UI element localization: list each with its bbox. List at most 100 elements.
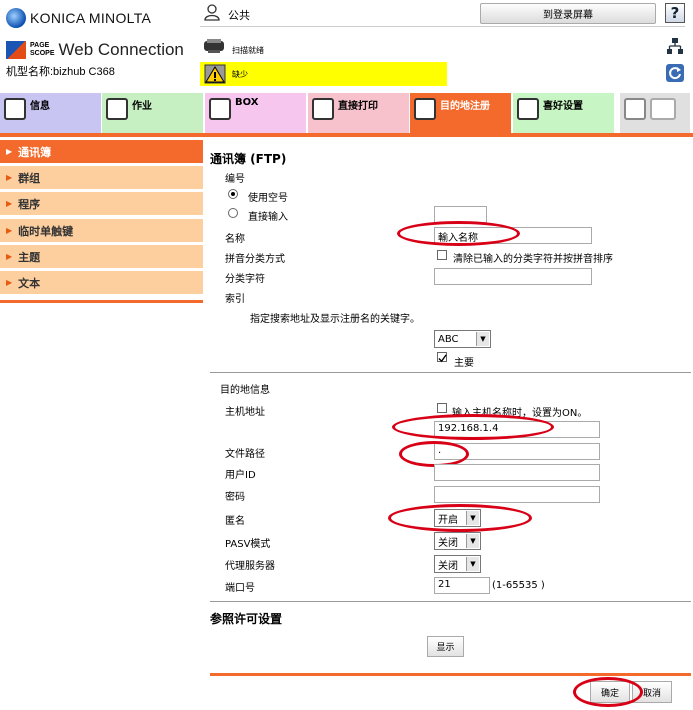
host-label: 主机地址 <box>225 407 265 418</box>
tab-underline <box>0 133 693 137</box>
userid-input[interactable] <box>434 464 600 481</box>
port-range: (1-65535 ) <box>492 580 545 591</box>
sidebar-item-label: 通讯簿 <box>18 145 52 159</box>
port-input[interactable]: 21 <box>434 577 490 594</box>
path-label: 文件路径 <box>225 449 265 460</box>
show-button[interactable]: 显示 <box>427 636 464 657</box>
sidebar-item-label: 文本 <box>18 276 41 290</box>
sidebar-item-text[interactable]: ▶ 文本 <box>0 271 203 296</box>
product-title: Web Connection <box>58 40 184 59</box>
tab-box-label: BOX <box>235 97 259 108</box>
tab-jobs-label: 作业 <box>132 101 152 112</box>
destination-icon <box>414 98 436 120</box>
section-divider <box>210 372 691 373</box>
bottom-orange-line <box>210 673 691 676</box>
dest-section-title: 目的地信息 <box>220 385 270 396</box>
proxy-select-value: 关闭 <box>438 560 458 572</box>
index-label: 索引 <box>225 294 245 305</box>
main-checkbox[interactable] <box>437 352 447 363</box>
index-hint: 指定搜索地址及显示注册名的关键字。 <box>250 314 420 325</box>
pinyin-checkbox[interactable] <box>437 250 447 260</box>
box-icon <box>209 98 231 120</box>
sidebar-item-label: 群组 <box>18 171 41 185</box>
chevron-down-icon: ▼ <box>476 332 489 346</box>
tab-jobs[interactable]: 作业 <box>102 93 203 133</box>
tab-destination-label: 目的地注册 <box>440 101 490 112</box>
chevron-down-icon: ▼ <box>466 557 479 571</box>
warning-text: 缺少 <box>232 70 248 79</box>
sidebar-item-label: 程序 <box>18 197 41 211</box>
pagescope-logo: PAGE SCOPE Web Connection <box>6 40 184 60</box>
password-input[interactable] <box>434 486 600 503</box>
highlight-circle-anonymous <box>388 504 532 532</box>
direct-input-radio[interactable] <box>228 208 238 218</box>
help-icon[interactable]: ? <box>665 3 685 23</box>
userid-label: 用户ID <box>225 470 256 481</box>
globe-icon <box>6 8 26 28</box>
pinyin-check-label: 清除已输入的分类字符并按拼音排序 <box>453 254 613 265</box>
number-label: 编号 <box>225 174 245 185</box>
proxy-select[interactable]: 关闭 ▼ <box>434 555 481 573</box>
printer-icon <box>204 39 224 53</box>
pagescope-line1: PAGE <box>30 42 50 49</box>
user-icon <box>204 4 220 21</box>
tab-box[interactable]: BOX <box>205 93 306 133</box>
direct-print-icon <box>312 98 334 120</box>
job-icon <box>106 98 128 120</box>
tab-info-label: 信息 <box>30 101 50 112</box>
permission-title: 参照许可设置 <box>210 612 283 626</box>
arrow-right-icon: ▶ <box>6 173 13 182</box>
arrow-right-icon: ▶ <box>6 226 13 235</box>
sidebar-item-program[interactable]: ▶ 程序 <box>0 192 203 217</box>
tab-favorites[interactable]: 喜好设置 <box>513 93 614 133</box>
pasv-select[interactable]: 关闭 ▼ <box>434 532 481 550</box>
sortchar-input[interactable] <box>434 268 592 285</box>
login-screen-button[interactable]: 到登录屏幕 <box>480 3 656 24</box>
refresh-icon[interactable] <box>666 64 684 82</box>
tab-direct-print[interactable]: 直接打印 <box>308 93 409 133</box>
use-free-number-label: 使用空号 <box>248 193 288 204</box>
network-icon[interactable] <box>667 38 683 54</box>
favorites-icon <box>517 98 539 120</box>
arrow-right-icon: ▶ <box>6 199 13 208</box>
use-free-number-radio[interactable] <box>228 189 238 199</box>
highlight-circle-name <box>397 221 520 246</box>
panel-icon <box>650 98 676 120</box>
brand-text: KONICA MINOLTA <box>30 10 152 26</box>
warning-icon <box>204 64 226 84</box>
header-divider <box>200 26 685 27</box>
password-label: 密码 <box>225 492 245 503</box>
direct-input-label: 直接输入 <box>248 212 288 223</box>
info-icon <box>4 98 26 120</box>
port-label: 端口号 <box>225 583 255 594</box>
host-checkbox[interactable] <box>437 403 447 413</box>
anonymous-label: 匿名 <box>225 516 245 527</box>
sidebar-item-subject[interactable]: ▶ 主题 <box>0 245 203 270</box>
sidebar-bottom-line <box>0 300 203 303</box>
proxy-label: 代理服务器 <box>225 561 275 572</box>
pinyin-label: 拼音分类方式 <box>225 254 285 265</box>
chevron-down-icon: ▼ <box>466 534 479 548</box>
tab-info[interactable]: 信息 <box>0 93 101 133</box>
sidebar-item-label: 临时单触键 <box>18 224 74 238</box>
konica-minolta-logo: KONICA MINOLTA <box>6 8 151 28</box>
sortchar-label: 分类字符 <box>225 274 265 285</box>
tab-destination[interactable]: 目的地注册 <box>410 93 511 133</box>
pagescope-line2: SCOPE <box>30 50 55 57</box>
sidebar-item-temp-onetouch[interactable]: ▶ 临时单触键 <box>0 219 203 244</box>
arrow-right-icon: ▶ <box>6 252 13 261</box>
tab-direct-print-label: 直接打印 <box>338 101 378 112</box>
name-label: 名称 <box>225 234 245 245</box>
sidebar-item-addressbook[interactable]: ▶ 通讯簿 <box>0 140 203 165</box>
sidebar-item-label: 主题 <box>18 250 41 264</box>
page-title: 通讯簿 (FTP) <box>210 152 287 166</box>
section-divider <box>210 601 691 602</box>
index-select[interactable]: ABC ▼ <box>434 330 491 348</box>
highlight-circle-host <box>392 414 554 440</box>
tab-favorites-label: 喜好设置 <box>543 101 583 112</box>
settings-box-icon <box>624 98 646 120</box>
tab-extra[interactable] <box>620 93 690 133</box>
main-check-label: 主要 <box>454 358 474 369</box>
sidebar-item-group[interactable]: ▶ 群组 <box>0 166 203 191</box>
pasv-label: PASV模式 <box>225 539 271 550</box>
